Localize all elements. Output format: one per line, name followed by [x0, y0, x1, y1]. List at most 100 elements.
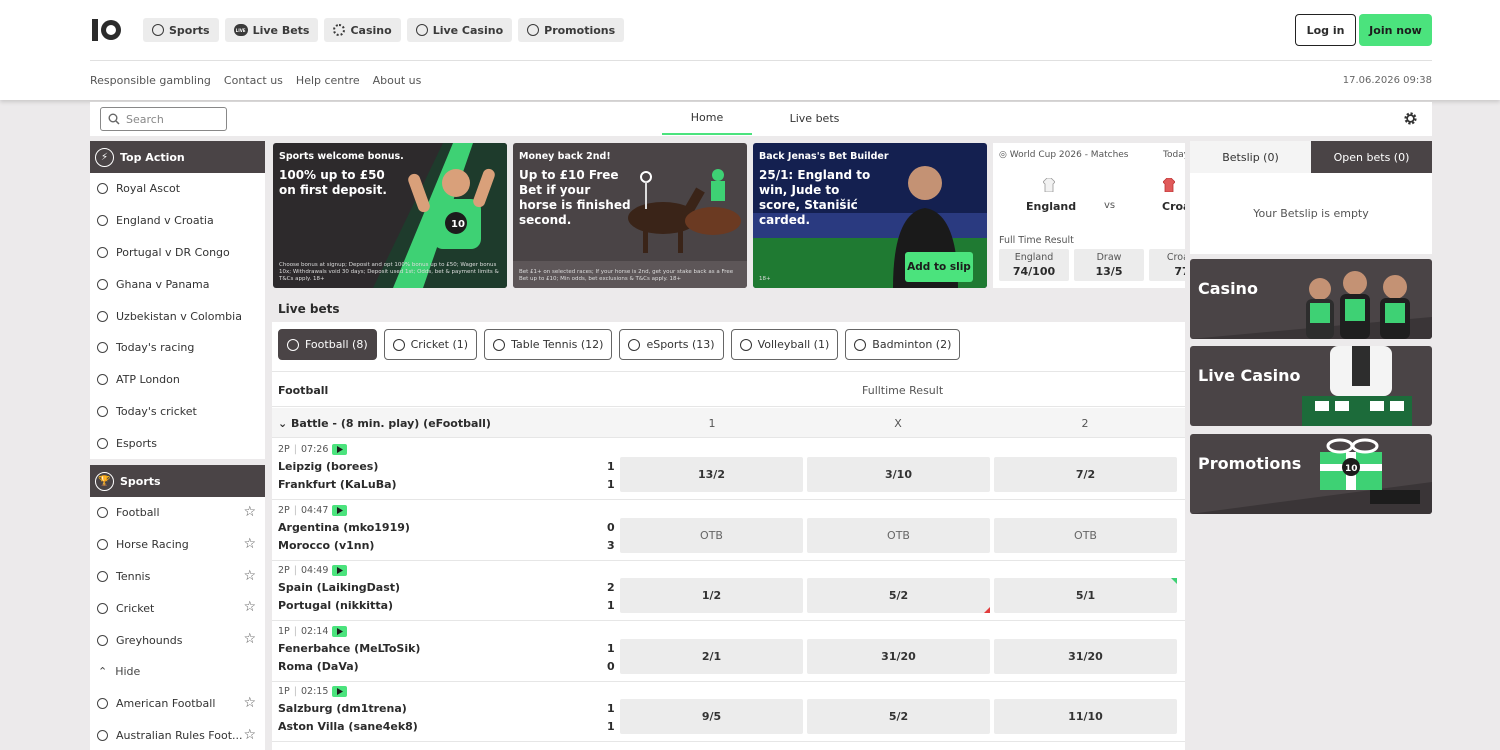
chip-volleyball[interactable]: Volleyball (1)	[730, 329, 839, 360]
join-now-button[interactable]: Join now	[1359, 14, 1432, 46]
event-row[interactable]: 1P | 02:15 Salzburg (dm1trena) Aston Villa…	[272, 681, 1185, 742]
match-day: Today	[1163, 150, 1185, 160]
top-action-item[interactable]: Uzbekistan v Colombia	[90, 300, 265, 332]
chip-cricket[interactable]: Cricket (1)	[383, 329, 478, 360]
live-casino-card[interactable]: Live Casino	[1190, 346, 1432, 426]
sport-item[interactable]: Football ☆	[90, 497, 265, 529]
sport-item[interactable]: Horse Racing ☆	[90, 529, 265, 561]
star-icon[interactable]: ☆	[243, 569, 256, 583]
chip-esports[interactable]: eSports (13)	[619, 329, 724, 360]
top-action-item[interactable]: Royal Ascot	[90, 173, 265, 205]
top-action-item[interactable]: Portugal v DR Congo	[90, 237, 265, 269]
chip-table-tennis[interactable]: Table Tennis (12)	[484, 329, 613, 360]
star-icon[interactable]: ☆	[243, 537, 256, 551]
odds-away[interactable]: 5/1	[994, 578, 1177, 613]
odds-away[interactable]: 7/2	[994, 457, 1177, 492]
star-icon[interactable]: ☆	[243, 696, 256, 710]
world-cup-match-card[interactable]: ◎ World Cup 2026 - Matches Today England…	[993, 143, 1185, 288]
star-icon[interactable]: ☆	[243, 728, 256, 742]
login-button[interactable]: Log in	[1295, 14, 1356, 46]
sport-item[interactable]: Greyhounds ☆	[90, 624, 265, 656]
nav-casino[interactable]: Casino	[324, 18, 401, 42]
sport-item[interactable]: Australian Rules Foot... ☆	[90, 720, 265, 750]
chip-badminton[interactable]: Badminton (2)	[845, 329, 961, 360]
sports-panel: 🏆 Sports Football ☆ Horse Racing ☆ Tennis ☆ …	[90, 465, 265, 750]
tab-live-bets[interactable]: Live bets	[752, 102, 877, 135]
odds-home[interactable]: 2/1	[620, 639, 803, 674]
odds-draw[interactable]: 5/2	[807, 578, 990, 613]
hide-toggle[interactable]: ⌃ Hide	[90, 656, 265, 688]
promo-terms: Choose bonus at signup; Deposit and opt …	[279, 262, 499, 282]
live-stream-icon[interactable]	[332, 626, 348, 637]
croatia-shirt-icon	[1163, 178, 1175, 192]
link-contact-us[interactable]: Contact us	[224, 74, 283, 87]
live-stream-icon[interactable]	[332, 444, 348, 455]
search-placeholder: Search	[126, 112, 164, 126]
football-icon	[97, 246, 108, 258]
event-row[interactable]: 2P | 07:26 Leipzig (borees) Frankfurt (KaL…	[272, 439, 1185, 500]
odds-button[interactable]: Draw 13/5	[1074, 249, 1144, 281]
sport-item[interactable]: Tennis ☆	[90, 561, 265, 593]
casino-card[interactable]: Casino	[1190, 259, 1432, 339]
nav-promotions[interactable]: Promotions	[518, 18, 625, 42]
tab-open-bets[interactable]: Open bets (0)	[1311, 141, 1432, 173]
top-action-item[interactable]: Esports	[90, 427, 265, 459]
card-title: Casino	[1198, 279, 1258, 298]
promo-headline: 25/1: England to win, Jude to score, Sta…	[759, 168, 871, 227]
england-shirt-icon	[1043, 178, 1055, 192]
odds-button[interactable]: England 74/100	[999, 249, 1069, 281]
live-stream-icon[interactable]	[332, 565, 348, 576]
competition-name: ⌄ Battle - (8 min. play) (eFootball)	[278, 417, 491, 430]
search-input[interactable]: Search	[100, 107, 227, 131]
top-action-header: ⚡ Top Action	[90, 141, 265, 173]
page-tabs: Home Live bets	[662, 102, 877, 135]
nav-sports[interactable]: Sports	[143, 18, 219, 42]
competition-group[interactable]: ⌄ Battle - (8 min. play) (eFootball) 1 X…	[272, 408, 1185, 438]
star-icon[interactable]: ☆	[243, 505, 256, 519]
top-action-item[interactable]: Today's cricket	[90, 396, 265, 428]
gear-icon[interactable]	[1403, 111, 1418, 126]
top-action-item[interactable]: Ghana v Panama	[90, 268, 265, 300]
match-clock: 1P | 02:14	[278, 626, 348, 637]
top-action-item[interactable]: ATP London	[90, 364, 265, 396]
live-stream-icon[interactable]	[332, 686, 348, 697]
odds-draw[interactable]: 5/2	[807, 699, 990, 734]
event-row[interactable]: 1P | 02:14 Fenerbahce (MeLToSik) Roma (DaV…	[272, 621, 1185, 682]
esports-icon	[97, 437, 108, 449]
brand-logo[interactable]	[90, 16, 126, 44]
nav-live-bets[interactable]: LIVE Live Bets	[224, 18, 319, 42]
nav-live-casino[interactable]: Live Casino	[406, 18, 513, 42]
link-about-us[interactable]: About us	[373, 74, 422, 87]
tab-home[interactable]: Home	[662, 102, 752, 135]
tab-betslip[interactable]: Betslip (0)	[1190, 141, 1311, 173]
link-responsible-gambling[interactable]: Responsible gambling	[90, 74, 211, 87]
promo-money-back[interactable]: Money back 2nd! Up to £10 Free Bet if yo…	[513, 143, 747, 288]
home-score: 1	[607, 702, 615, 715]
odds-away[interactable]: 31/20	[994, 639, 1177, 674]
event-row[interactable]: 2P | 04:47 Argentina (mko1919) Morocco (v1…	[272, 500, 1185, 561]
live-stream-icon[interactable]	[332, 505, 348, 516]
odds-home[interactable]: 9/5	[620, 699, 803, 734]
odds-draw[interactable]: 31/20	[807, 639, 990, 674]
odds-draw[interactable]: 3/10	[807, 457, 990, 492]
horse-racing-icon	[97, 183, 108, 195]
esports-icon	[628, 338, 641, 351]
promo-welcome-bonus[interactable]: 10 Sports welcome bonus. 100% up to £50 …	[273, 143, 507, 288]
odds-home[interactable]: 1/2	[620, 578, 803, 613]
top-action-item[interactable]: England v Croatia	[90, 205, 265, 237]
promotions-card[interactable]: 10 Promotions	[1190, 434, 1432, 514]
event-row[interactable]: 2P | 04:49 Spain (LaikingDast) Portugal (n…	[272, 560, 1185, 621]
american-football-icon	[97, 698, 108, 710]
star-icon[interactable]: ☆	[243, 632, 256, 646]
promo-bet-builder[interactable]: Back Jenas's Bet Builder 25/1: England t…	[753, 143, 987, 288]
top-action-item[interactable]: Today's racing	[90, 332, 265, 364]
link-help-centre[interactable]: Help centre	[296, 74, 360, 87]
odds-button[interactable]: Croatia77/	[1149, 249, 1185, 281]
odds-home[interactable]: 13/2	[620, 457, 803, 492]
away-score: 1	[607, 599, 615, 612]
sport-item[interactable]: American Football ☆	[90, 688, 265, 720]
sport-item[interactable]: Cricket ☆	[90, 592, 265, 624]
star-icon[interactable]: ☆	[243, 600, 256, 614]
odds-away[interactable]: 11/10	[994, 699, 1177, 734]
chip-football[interactable]: Football (8)	[278, 329, 377, 360]
